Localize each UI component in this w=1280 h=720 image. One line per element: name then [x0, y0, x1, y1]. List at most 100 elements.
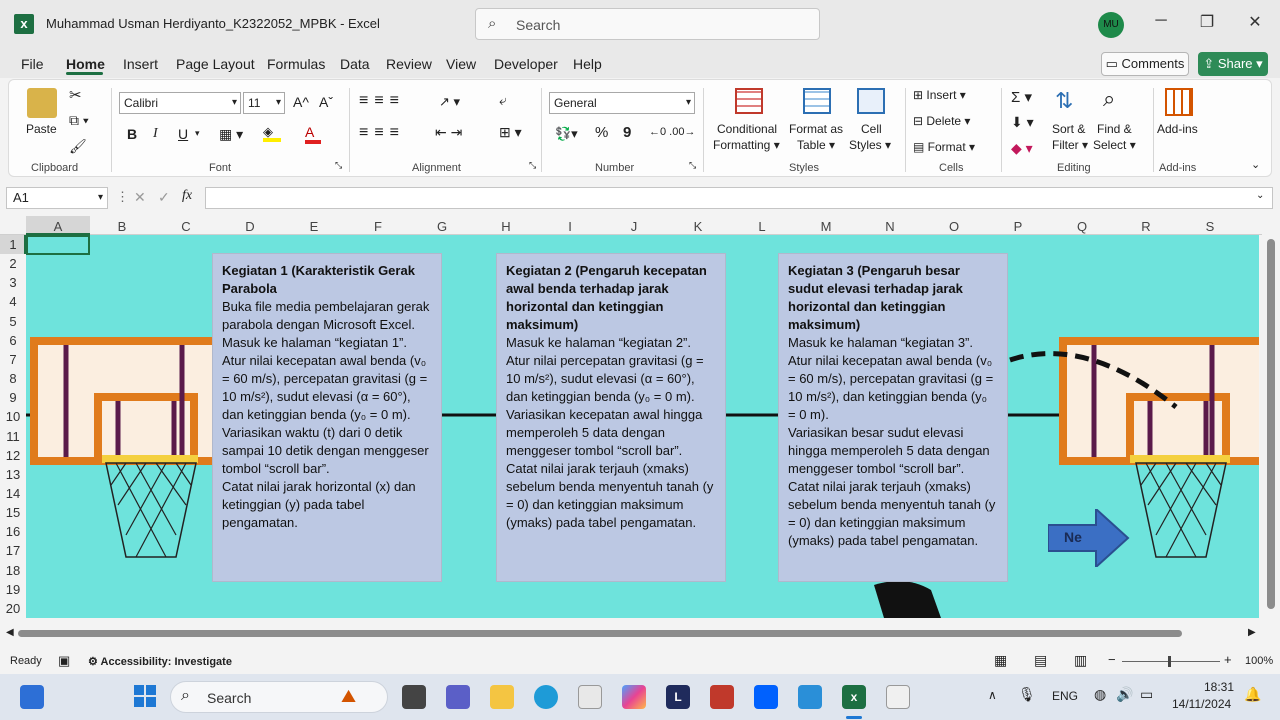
sort-filter-label-2[interactable]: Filter ▾ — [1052, 138, 1088, 152]
fill-icon[interactable]: ⬇ ▾ — [1011, 114, 1034, 131]
row-header-14[interactable]: 14 — [0, 486, 26, 501]
row-header-19[interactable]: 19 — [0, 582, 26, 597]
row-header-17[interactable]: 17 — [0, 543, 26, 558]
merge-center-icon[interactable]: ⊞ ▾ — [499, 124, 522, 141]
scroll-right-icon[interactable]: ▶ — [1248, 627, 1256, 638]
zoom-slider[interactable] — [1122, 661, 1220, 662]
share-button[interactable]: ⇪ Share ▾ — [1198, 52, 1268, 76]
decimal-icons[interactable]: ←0 .00→ — [649, 126, 695, 138]
number-format-select[interactable]: General ▾ — [549, 92, 695, 114]
find-select-label[interactable]: Find & — [1097, 122, 1132, 136]
avatar[interactable]: MU — [1098, 12, 1124, 38]
store-icon[interactable] — [578, 685, 602, 709]
zoom-out-button[interactable]: − — [1108, 652, 1116, 667]
row-header-10[interactable]: 10 — [0, 409, 26, 424]
vscode-icon[interactable] — [798, 685, 822, 709]
horizontal-scroll-thumb[interactable] — [18, 630, 1182, 637]
column-header-n[interactable]: N — [858, 219, 922, 234]
textbox-kegiatan-2[interactable]: Kegiatan 2 (Pengaruh kecepatan awal bend… — [496, 253, 726, 582]
zoom-slider-thumb[interactable] — [1168, 656, 1171, 667]
dialog-launcher-icon[interactable]: ⤡ — [335, 160, 342, 171]
zoom-in-button[interactable]: + — [1224, 652, 1232, 667]
minimize-button[interactable]: ─ — [1146, 12, 1176, 30]
vertical-scroll-thumb[interactable] — [1267, 239, 1275, 609]
clock-date[interactable]: 14/11/2024 — [1172, 697, 1231, 711]
column-header-f[interactable]: F — [346, 219, 410, 234]
zoom-level[interactable]: 100% — [1245, 655, 1273, 667]
column-header-p[interactable]: P — [986, 219, 1050, 234]
excel-taskbar-icon[interactable]: x — [842, 685, 866, 709]
normal-view-icon[interactable]: ▦ — [994, 652, 1007, 669]
worksheet-area[interactable]: Kegiatan 1 (Karakteristik Gerak Parabola… — [26, 235, 1259, 618]
underline-button[interactable]: U — [178, 126, 188, 142]
tab-page-layout[interactable]: Page Layout — [176, 56, 255, 72]
column-header-q[interactable]: Q — [1050, 219, 1114, 234]
next-button[interactable]: Ne — [1047, 506, 1130, 570]
borders-icon[interactable]: ▦ ▾ — [219, 126, 243, 143]
macro-record-icon[interactable]: ▣ — [58, 653, 70, 669]
file-explorer-icon[interactable] — [490, 685, 514, 709]
font-name-select[interactable]: Calibri ▾ — [119, 92, 241, 114]
row-header-2[interactable]: 2 — [0, 256, 26, 271]
tab-home[interactable]: Home — [66, 56, 105, 72]
column-header-g[interactable]: G — [410, 219, 474, 234]
cell-styles-icon[interactable] — [857, 88, 885, 114]
column-header-h[interactable]: H — [474, 219, 538, 234]
textbox-kegiatan-3[interactable]: Kegiatan 3 (Pengaruh besar sudut elevasi… — [778, 253, 1008, 582]
tab-data[interactable]: Data — [340, 56, 370, 72]
percent-button[interactable]: % — [595, 124, 608, 141]
conditional-formatting-icon[interactable] — [735, 88, 763, 114]
tab-help[interactable]: Help — [573, 56, 602, 72]
copy-icon[interactable]: ⧉ ▾ — [69, 112, 89, 129]
cell-styles-label-2[interactable]: Styles ▾ — [849, 138, 891, 152]
formula-input[interactable] — [205, 187, 1273, 209]
close-button[interactable]: ✕ — [1240, 12, 1270, 32]
row-header-9[interactable]: 9 — [0, 390, 26, 405]
font-color-icon[interactable]: A — [305, 124, 321, 144]
cell-styles-label[interactable]: Cell — [861, 122, 882, 136]
tab-developer[interactable]: Developer — [494, 56, 558, 72]
accessibility-status[interactable]: ⚙ Accessibility: Investigate — [88, 655, 232, 668]
tab-insert[interactable]: Insert — [123, 56, 158, 72]
tab-review[interactable]: Review — [386, 56, 432, 72]
microphone-icon[interactable]: 🎙 — [1018, 686, 1036, 703]
format-as-table-label[interactable]: Format as — [789, 122, 843, 136]
horizontal-scrollbar[interactable]: ◀ ▶ — [0, 622, 1280, 644]
battery-icon[interactable]: ▭ — [1140, 686, 1153, 703]
language-indicator[interactable]: ENG — [1052, 689, 1078, 703]
row-header-8[interactable]: 8 — [0, 371, 26, 386]
insert-cells-button[interactable]: ⊞ Insert ▾ — [913, 88, 966, 102]
sort-filter-label[interactable]: Sort & — [1052, 122, 1085, 136]
windows-start-icon[interactable] — [134, 685, 156, 707]
column-header-d[interactable]: D — [218, 219, 282, 234]
currency-icon[interactable]: 💱▾ — [555, 126, 578, 142]
row-header-15[interactable]: 15 — [0, 505, 26, 520]
l-app-icon[interactable]: L — [666, 685, 690, 709]
vertical-align-icons[interactable]: ≡≡≡ — [359, 92, 405, 110]
add-ins-button[interactable]: Add-ins — [1157, 122, 1198, 136]
collapse-ribbon-icon[interactable]: ⌄ — [1251, 158, 1260, 171]
orientation-icon[interactable]: ↗ ▾ — [439, 94, 460, 110]
row-header-5[interactable]: 5 — [0, 314, 26, 329]
taskbar-search[interactable]: ⌕ Search ⛰ — [170, 681, 388, 713]
indent-icons[interactable]: ⇤ ⇥ — [435, 124, 462, 141]
notifications-icon[interactable]: 🔔 — [1244, 686, 1261, 703]
autosum-icon[interactable]: Σ ▾ — [1011, 88, 1032, 106]
network-icon[interactable]: ◍ — [1094, 686, 1106, 703]
grow-font-button[interactable]: A^ — [293, 94, 309, 110]
vertical-scrollbar[interactable] — [1262, 235, 1280, 618]
format-cells-button[interactable]: ▤ Format ▾ — [913, 140, 975, 154]
cancel-icon[interactable]: ✕ — [134, 189, 146, 206]
edge-icon[interactable] — [534, 685, 558, 709]
scroll-left-icon[interactable]: ◀ — [6, 627, 14, 638]
textbox-kegiatan-1[interactable]: Kegiatan 1 (Karakteristik Gerak Parabola… — [212, 253, 442, 582]
name-box[interactable]: A1 ▾ — [6, 187, 108, 209]
paste-button[interactable]: Paste — [26, 122, 57, 136]
row-header-1[interactable]: 1 — [0, 237, 26, 252]
comma-button[interactable]: 9 — [623, 124, 631, 141]
column-header-a[interactable]: A — [26, 219, 90, 234]
cut-icon[interactable]: ✂ — [69, 86, 82, 104]
column-header-o[interactable]: O — [922, 219, 986, 234]
horizontal-align-icons[interactable]: ≡≡≡ — [359, 124, 405, 142]
row-header-20[interactable]: 20 — [0, 601, 26, 616]
